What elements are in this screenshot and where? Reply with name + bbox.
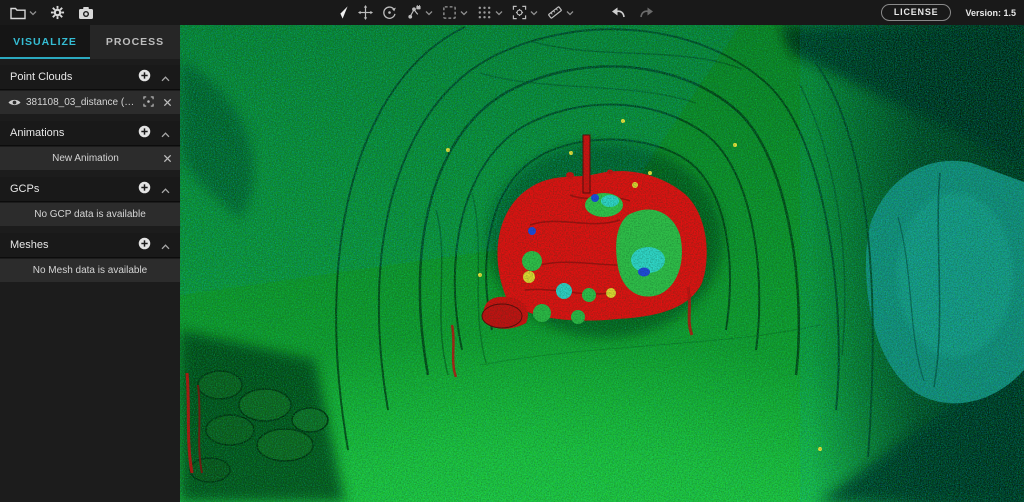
collapse-animations-button[interactable] [161, 126, 170, 141]
redo-icon [639, 6, 655, 19]
undo-button[interactable] [610, 6, 626, 19]
add-animation-button[interactable] [138, 125, 151, 141]
camera-icon [78, 6, 94, 20]
point-cloud-list-item[interactable]: 381108_03_distance (scan ... [0, 91, 180, 114]
tab-visualize[interactable]: VISUALIZE [0, 25, 90, 59]
orbit-tool-button[interactable] [382, 5, 397, 20]
measure-ruler-icon [547, 5, 563, 20]
sidebar-tab-bar: VISUALIZE PROCESS [0, 25, 180, 59]
point-grid-tool-button[interactable] [477, 5, 503, 20]
chevron-down-icon [29, 10, 37, 16]
mesh-empty-message: No Mesh data is available [32, 265, 148, 276]
section-animations: Animations New Animation [0, 121, 180, 170]
visibility-toggle-button[interactable] [8, 95, 21, 110]
chevron-up-icon [161, 182, 170, 197]
file-tools-group [10, 0, 94, 25]
section-point-clouds: Point Clouds 381108_03_distance (scan [0, 65, 180, 114]
orbit-rotate-icon [382, 5, 397, 20]
folder-icon [10, 6, 26, 20]
remove-animation-button[interactable] [163, 151, 172, 166]
focus-settings-icon [512, 5, 527, 20]
tab-process[interactable]: PROCESS [90, 25, 180, 59]
navigation-arrow-icon [334, 5, 349, 20]
collapse-gcps-button[interactable] [161, 182, 170, 197]
zoom-to-point-cloud-button[interactable] [143, 95, 154, 110]
chevron-up-icon [161, 238, 170, 253]
chevron-down-icon [530, 10, 538, 16]
mesh-empty-state: No Mesh data is available [0, 259, 180, 282]
pan-move-icon [358, 5, 373, 20]
close-icon [163, 95, 172, 110]
chevron-up-icon [161, 70, 170, 85]
application-window: LICENSE Version: 1.5 VISUALIZE PROCESS P… [0, 0, 1024, 502]
collapse-point-clouds-button[interactable] [161, 70, 170, 85]
point-cloud-render [180, 25, 1024, 502]
gear-icon [50, 5, 65, 20]
section-title: GCPs [10, 183, 40, 195]
section-title: Animations [10, 127, 65, 139]
gcp-empty-message: No GCP data is available [34, 209, 146, 220]
box-select-icon [442, 5, 457, 20]
section-title: Point Clouds [10, 71, 73, 83]
section-meshes: Meshes No Mesh data is available [0, 233, 180, 282]
trajectory-lock-tool-button[interactable] [406, 5, 433, 20]
section-title: Meshes [10, 239, 49, 251]
history-group [610, 0, 655, 25]
measure-tool-button[interactable] [547, 5, 574, 20]
animation-list-item[interactable]: New Animation [0, 147, 180, 170]
trajectory-lock-icon [406, 5, 422, 20]
animations-header[interactable]: Animations [0, 121, 180, 146]
app-info-group: LICENSE Version: 1.5 [880, 0, 1016, 25]
point-cloud-name: 381108_03_distance (scan ... [26, 97, 143, 108]
point-grid-icon [477, 5, 492, 20]
chevron-up-icon [161, 126, 170, 141]
animation-name: New Animation [52, 153, 119, 164]
focus-fit-icon [143, 95, 154, 110]
eye-icon [8, 95, 21, 110]
pan-tool-button[interactable] [358, 5, 373, 20]
plus-circle-icon [138, 125, 151, 141]
open-project-button[interactable] [10, 6, 37, 20]
plus-circle-icon [138, 69, 151, 85]
box-select-tool-button[interactable] [442, 5, 468, 20]
add-gcp-button[interactable] [138, 181, 151, 197]
screenshot-button[interactable] [78, 6, 94, 20]
collapse-meshes-button[interactable] [161, 238, 170, 253]
gcp-empty-state: No GCP data is available [0, 203, 180, 226]
version-label: Version: 1.5 [965, 7, 1016, 18]
license-button[interactable]: LICENSE [880, 4, 952, 21]
chevron-down-icon [460, 10, 468, 16]
gcps-header[interactable]: GCPs [0, 177, 180, 202]
close-icon [163, 151, 172, 166]
left-sidebar: VISUALIZE PROCESS Point Clouds 381108_03… [0, 25, 180, 502]
chevron-down-icon [425, 10, 433, 16]
focus-settings-tool-button[interactable] [512, 5, 538, 20]
add-point-cloud-button[interactable] [138, 69, 151, 85]
top-toolbar: LICENSE Version: 1.5 [0, 0, 1024, 25]
chevron-down-icon [495, 10, 503, 16]
plus-circle-icon [138, 237, 151, 253]
sidebar-sections: Point Clouds 381108_03_distance (scan An… [0, 59, 180, 282]
chevron-down-icon [566, 10, 574, 16]
meshes-header[interactable]: Meshes [0, 233, 180, 258]
viewport-3d[interactable] [180, 25, 1024, 502]
section-gcps: GCPs No GCP data is available [0, 177, 180, 226]
navigate-tool-button[interactable] [334, 5, 349, 20]
remove-point-cloud-button[interactable] [163, 95, 172, 110]
settings-button[interactable] [50, 5, 65, 20]
point-clouds-header[interactable]: Point Clouds [0, 65, 180, 90]
undo-icon [610, 6, 626, 19]
redo-button[interactable] [639, 6, 655, 19]
plus-circle-icon [138, 181, 151, 197]
add-mesh-button[interactable] [138, 237, 151, 253]
viewport-tools-group [334, 0, 574, 25]
